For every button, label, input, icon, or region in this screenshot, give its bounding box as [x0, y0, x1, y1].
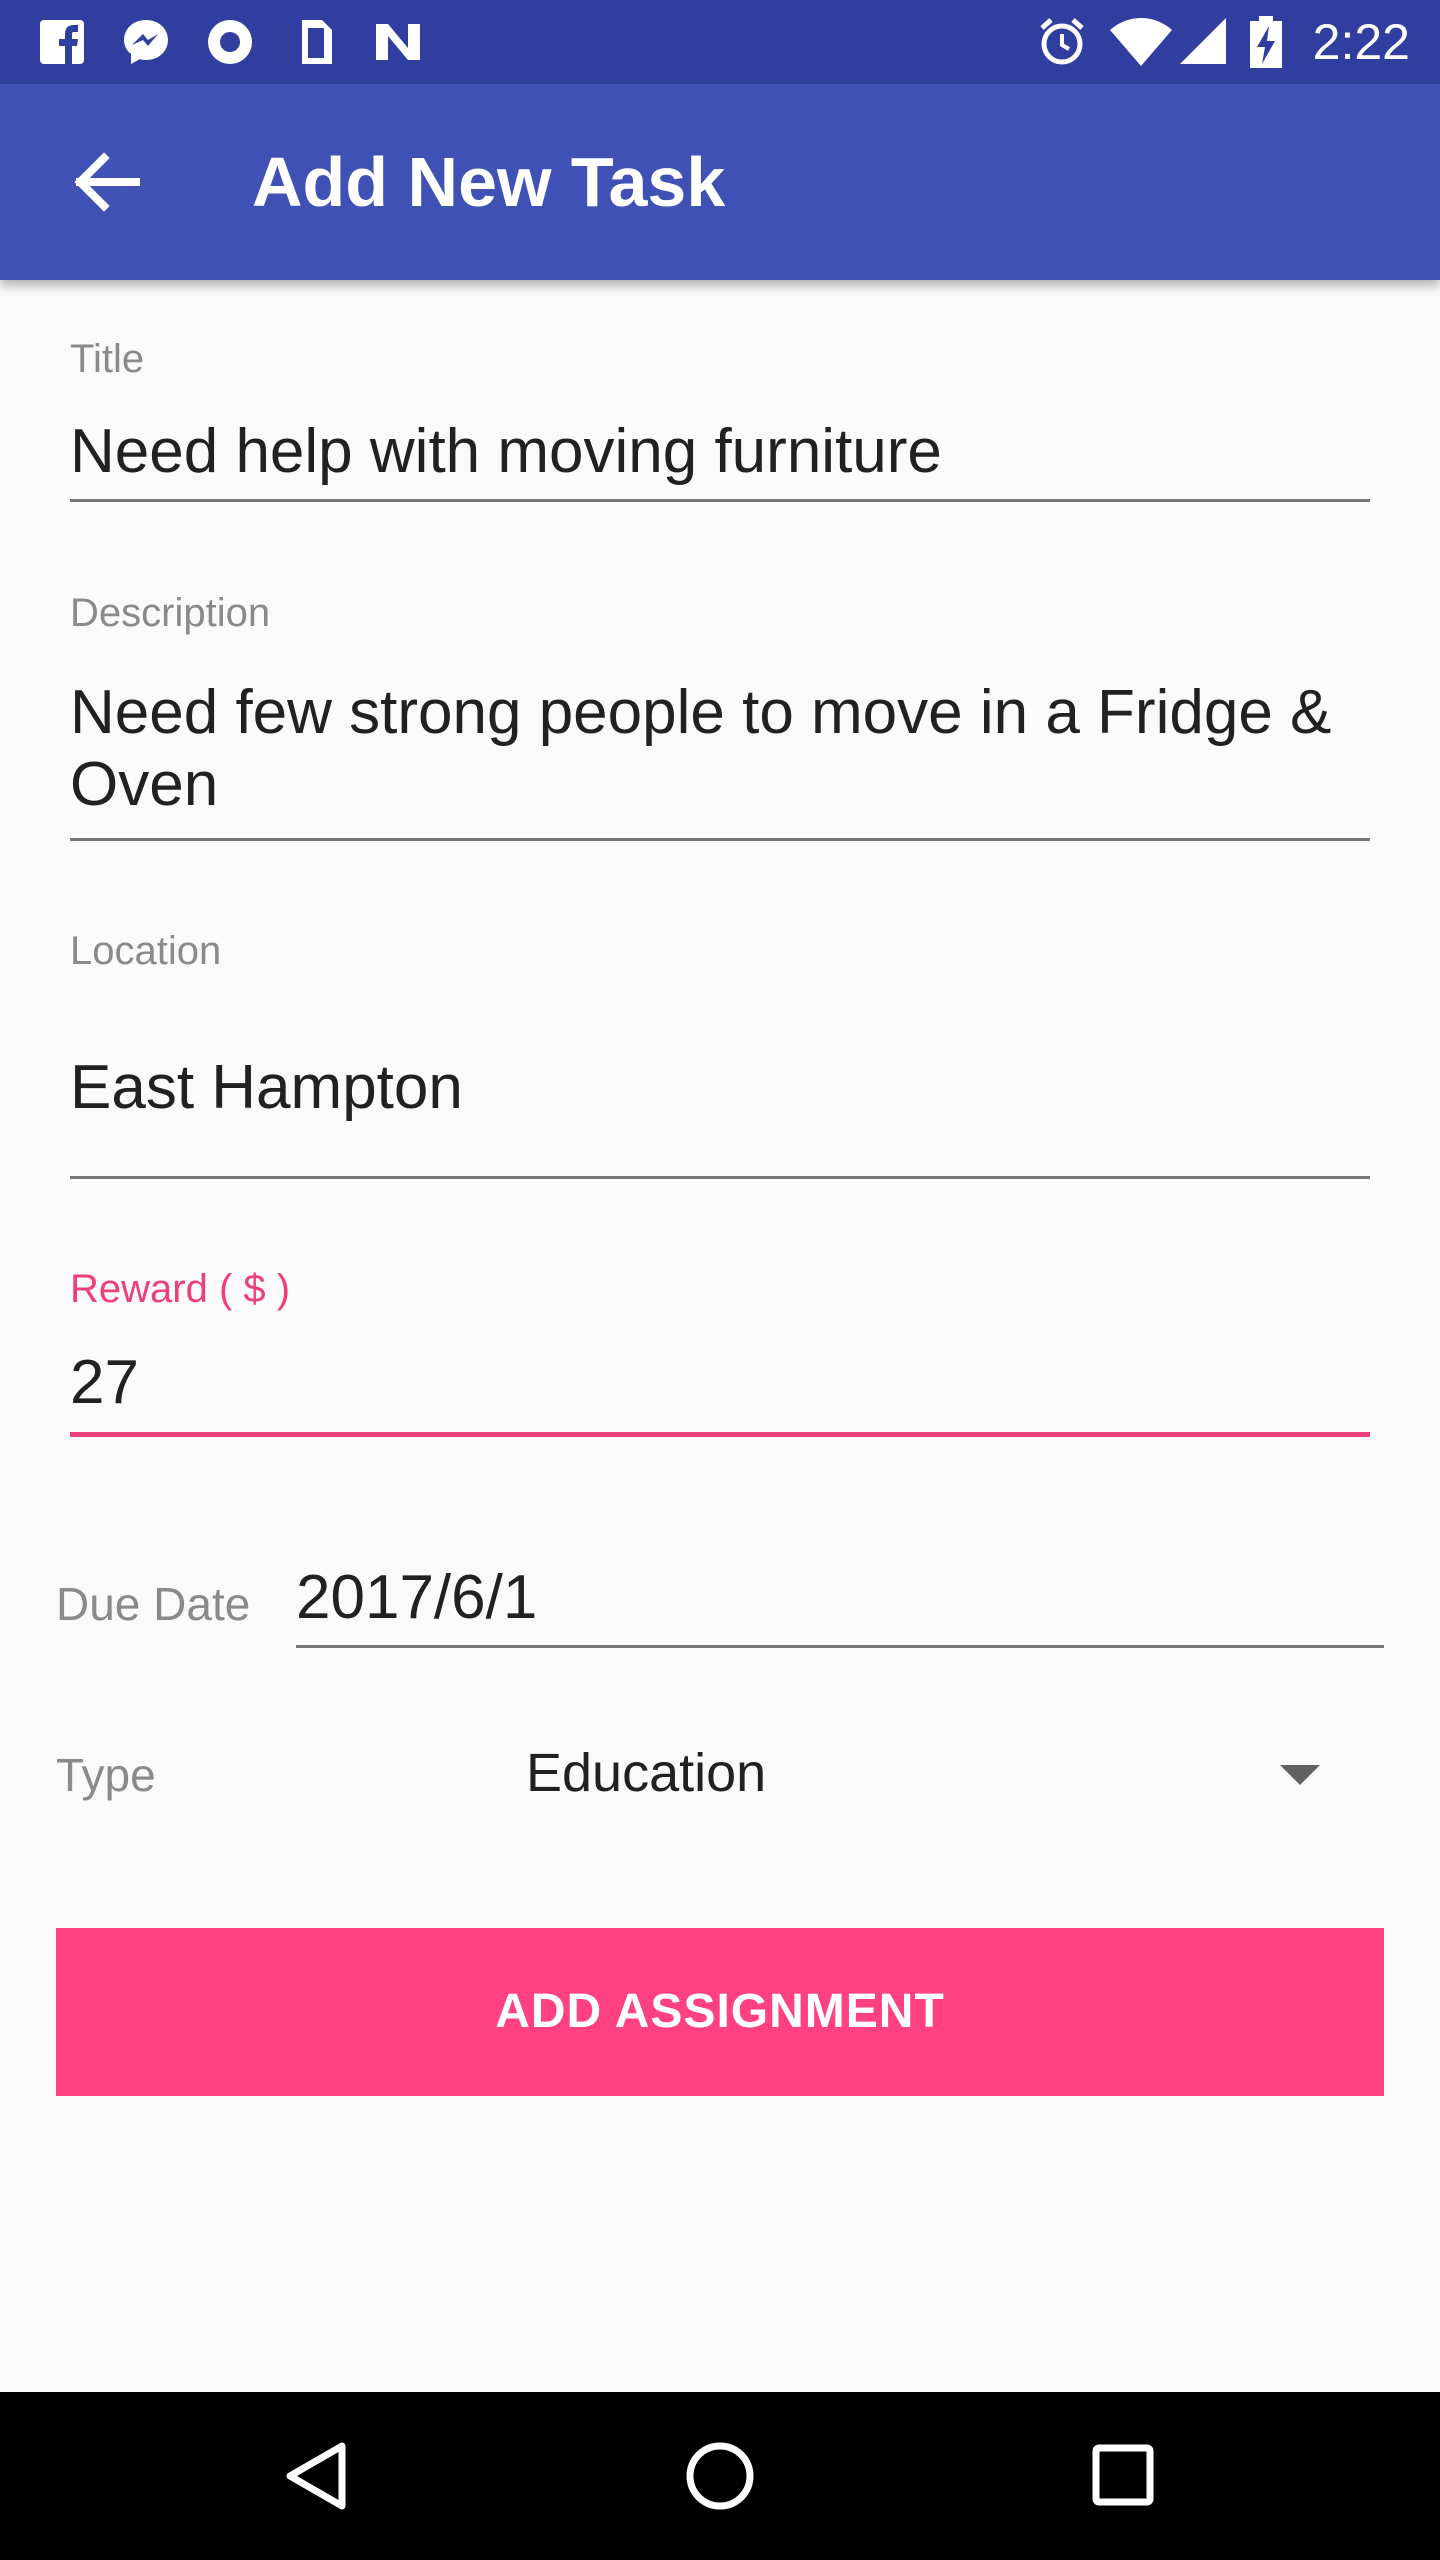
facebook-icon — [40, 20, 84, 64]
alarm-icon — [1040, 18, 1084, 65]
due-date-label: Due Date — [56, 1578, 251, 1630]
recents-square-icon[interactable] — [1074, 2426, 1174, 2526]
location-input[interactable]: East Hampton — [70, 1052, 1370, 1124]
type-label: Type — [56, 1749, 156, 1801]
battery-charging-icon — [1250, 16, 1282, 68]
type-spinner[interactable]: Education — [510, 1730, 1370, 1820]
app-bar: Add New Task — [0, 84, 1440, 280]
status-bar: 2:22 — [0, 0, 1440, 84]
signal-icon — [1180, 18, 1226, 64]
description-input[interactable]: Need few strong people to move in a Frid… — [70, 677, 1370, 821]
due-date-input[interactable]: 2017/6/1 — [296, 1562, 1384, 1634]
status-time: 2:22 — [1312, 14, 1410, 70]
circle-app-icon — [208, 20, 252, 64]
messenger-icon — [124, 20, 168, 64]
add-assignment-button[interactable]: ADD ASSIGNMENT — [56, 1928, 1384, 2096]
location-underline — [70, 1176, 1370, 1179]
due-date-underline — [296, 1645, 1384, 1648]
arrow-left-icon[interactable] — [50, 126, 162, 238]
title-label: Title — [70, 337, 145, 381]
title-input[interactable]: Need help with moving furniture — [70, 416, 1370, 488]
title-underline — [70, 499, 1370, 502]
description-label: Description — [70, 591, 271, 635]
phone-app-icon — [302, 20, 332, 64]
page-title: Add New Task — [252, 143, 726, 221]
back-triangle-icon[interactable] — [268, 2426, 368, 2526]
reward-input[interactable]: 27 — [70, 1347, 1370, 1419]
n-app-icon — [376, 24, 420, 60]
reward-underline — [70, 1432, 1370, 1437]
location-label: Location — [70, 929, 222, 973]
chevron-down-icon[interactable] — [1280, 1765, 1320, 1785]
wifi-icon — [1110, 18, 1172, 66]
type-selected-value: Education — [526, 1743, 767, 1803]
description-underline — [70, 838, 1370, 841]
home-circle-icon[interactable] — [670, 2426, 770, 2526]
navigation-bar — [0, 2392, 1440, 2560]
reward-label: Reward ( $ ) — [70, 1267, 291, 1311]
